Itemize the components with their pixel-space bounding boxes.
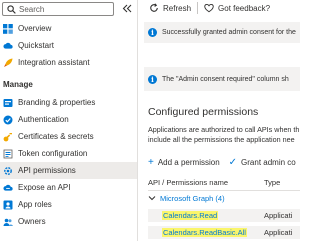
sidebar-item-label: Overview [18,24,52,33]
owners-icon [3,217,13,227]
description-line: Applications are authorized to call APIs… [148,125,300,134]
refresh-icon [149,3,159,13]
column-header-type[interactable]: Type [264,178,280,187]
refresh-button[interactable]: Refresh [149,1,191,15]
sidebar-item-owners[interactable]: Owners [0,213,137,230]
refresh-label: Refresh [163,3,192,13]
banner-text: Successfully granted admin consent for t… [162,29,296,36]
permission-name-link[interactable]: Calendars.Read [162,211,219,220]
column-header-name[interactable]: API / Permissions name [148,178,264,187]
sidebar-item-api-permissions[interactable]: API permissions [0,162,137,179]
permission-type-cell: Applicati [264,211,293,220]
section-description: Applications are authorized to call APIs… [148,125,299,145]
sidebar-item-label: Authentication [18,115,69,124]
main-content: Refresh Got feedback? i Successfully gra… [139,0,300,241]
info-banner: i The "Admin consent required" column sh [144,67,300,91]
feedback-button[interactable]: Got feedback? [204,1,270,15]
heart-feedback-icon [204,3,214,13]
sidebar-item-overview[interactable]: Overview [0,20,137,37]
permission-name-cell: Calendars.ReadBasic.All [162,228,264,237]
description-line: include all the permissions the applicat… [148,135,295,144]
group-row-microsoft-graph[interactable]: Microsoft Graph (4) [148,192,225,204]
branding-icon [3,98,13,108]
plus-icon: + [148,157,154,168]
search-input[interactable]: Search [2,2,114,16]
grant-admin-consent-button[interactable]: ✓ Grant admin co [229,157,296,168]
permission-type-cell: Applicati [264,228,293,237]
grant-consent-label: Grant admin co [241,158,296,167]
search-placeholder: Search [19,4,45,14]
table-row[interactable]: Calendars.Read Applicati [148,209,300,222]
banner-text: The "Admin consent required" column sh [162,75,289,83]
sidebar-item-integration-assistant[interactable]: Integration assistant [0,54,137,71]
sidebar-item-label: Certificates & secrets [18,132,94,141]
key-icon [3,132,13,142]
sidebar-item-quickstart[interactable]: Quickstart [0,37,137,54]
sidebar-item-label: Branding & properties [18,98,96,107]
add-permission-label: Add a permission [157,158,220,167]
authentication-icon [3,115,13,125]
success-banner: i Successfully granted admin consent for… [144,22,300,43]
permission-name-cell: Calendars.Read [162,211,264,220]
sidebar: Search Overview Quickstart Integration a… [0,0,138,241]
toolbar-divider [197,2,199,14]
grid-icon [3,23,13,34]
chevron-down-icon [148,194,156,203]
sidebar-item-expose-api[interactable]: Expose an API [0,179,137,196]
sidebar-item-label: API permissions [18,166,76,175]
sidebar-item-label: Integration assistant [18,58,90,67]
sidebar-item-authentication[interactable]: Authentication [0,111,137,128]
header-divider [148,190,300,191]
sidebar-item-label: Token configuration [18,149,88,158]
sidebar-item-branding[interactable]: Branding & properties [0,94,137,111]
collapse-sidebar-button[interactable] [121,3,133,15]
permission-name-link[interactable]: Calendars.ReadBasic.All [162,228,247,237]
cloud-api-icon [3,183,13,193]
feedback-label: Got feedback? [218,3,271,13]
sidebar-item-label: Quickstart [18,41,55,50]
app-roles-icon [3,200,13,210]
search-icon [6,4,16,14]
checkmark-icon: ✓ [228,157,238,168]
group-label: Microsoft Graph (4) [160,193,225,203]
sidebar-item-label: Expose an API [18,183,71,192]
sidebar-item-token-configuration[interactable]: Token configuration [0,145,137,162]
rocket-icon [3,58,13,68]
token-icon [3,149,13,159]
cloud-icon [3,41,13,51]
double-chevron-left-icon [122,4,132,15]
add-permission-button[interactable]: + Add a permission [148,157,220,168]
sidebar-item-certificates[interactable]: Certificates & secrets [0,128,137,145]
sidebar-item-label: App roles [18,200,52,209]
toolbar: Refresh Got feedback? [139,0,300,16]
info-icon: i [148,74,157,84]
table-header: API / Permissions name Type [148,176,300,188]
section-title: Configured permissions [148,106,259,118]
info-icon: i [148,28,157,37]
sidebar-item-app-roles[interactable]: App roles [0,196,137,213]
manage-section-header: Manage [3,80,33,89]
sidebar-item-label: Owners [18,217,46,226]
api-permissions-icon [3,166,13,176]
permissions-actions: + Add a permission ✓ Grant admin co [148,157,300,168]
table-row[interactable]: Calendars.ReadBasic.All Applicati [148,226,300,239]
